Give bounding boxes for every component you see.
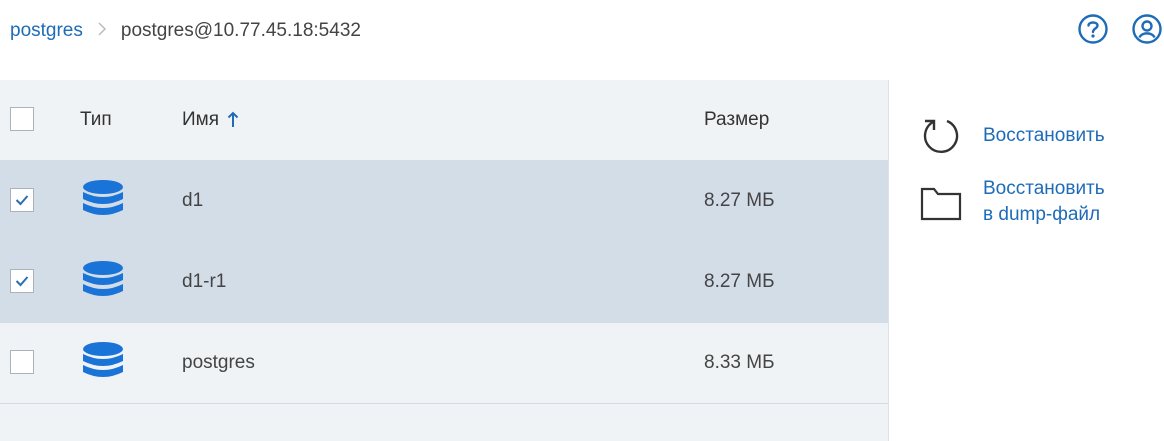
table-row[interactable]: postgres 8.33 МБ xyxy=(0,323,888,404)
breadcrumb-root-link[interactable]: postgres xyxy=(10,20,83,42)
sort-ascending-icon xyxy=(227,111,239,127)
row-name: d1 xyxy=(182,190,204,211)
database-table: Тип Имя Размер d1 8.27 МБ d1-r1 8.27 МБ … xyxy=(0,80,889,441)
restore-to-dump-label-line1: Восстановить xyxy=(983,178,1105,199)
actions-panel: Восстановить Восстановить в dump-файл xyxy=(889,80,1164,441)
row-type-cell xyxy=(80,161,126,241)
column-header-name[interactable]: Имя xyxy=(182,80,239,160)
row-checkbox[interactable] xyxy=(10,269,34,293)
checkmark-icon xyxy=(15,276,29,287)
table-row[interactable]: d1-r1 8.27 МБ xyxy=(0,242,888,323)
row-type-cell xyxy=(80,242,126,322)
select-all-checkbox[interactable] xyxy=(10,107,34,131)
database-icon xyxy=(83,261,123,296)
checkmark-icon xyxy=(15,195,29,206)
restore-to-dump-label-line2: в dump-файл xyxy=(983,204,1101,225)
table-header: Тип Имя Размер xyxy=(0,80,888,161)
database-icon xyxy=(83,180,123,215)
user-circle-icon xyxy=(1132,14,1162,44)
table-row[interactable]: d1 8.27 МБ xyxy=(0,161,888,242)
question-circle-icon xyxy=(1078,14,1108,44)
database-icon xyxy=(83,342,123,377)
account-button[interactable] xyxy=(1130,12,1164,46)
breadcrumb: postgres postgres@10.77.45.18:5432 xyxy=(10,20,361,42)
column-header-name-label: Имя xyxy=(182,109,220,130)
row-checkbox[interactable] xyxy=(10,350,34,374)
row-checkbox[interactable] xyxy=(10,188,34,212)
row-size: 8.27 МБ xyxy=(704,190,775,211)
row-name: d1-r1 xyxy=(182,271,227,292)
row-type-cell xyxy=(80,323,126,403)
help-button[interactable] xyxy=(1076,12,1110,46)
breadcrumb-separator xyxy=(97,21,107,42)
row-size: 8.27 МБ xyxy=(704,271,775,292)
restore-to-dump-button[interactable]: Восстановить в dump-файл xyxy=(919,176,1105,228)
restore-to-dump-label: Восстановить в dump-файл xyxy=(983,176,1105,228)
row-name: postgres xyxy=(182,352,255,373)
restore-icon xyxy=(923,119,959,154)
restore-label: Восстановить xyxy=(983,125,1105,146)
column-header-size[interactable]: Размер xyxy=(704,80,769,160)
top-bar: postgres postgres@10.77.45.18:5432 xyxy=(0,0,1164,64)
folder-icon xyxy=(920,187,962,221)
column-header-type[interactable]: Тип xyxy=(80,80,112,160)
breadcrumb-current: postgres@10.77.45.18:5432 xyxy=(120,20,361,41)
restore-button[interactable]: Восстановить xyxy=(919,114,1105,158)
row-size: 8.33 МБ xyxy=(704,352,775,373)
